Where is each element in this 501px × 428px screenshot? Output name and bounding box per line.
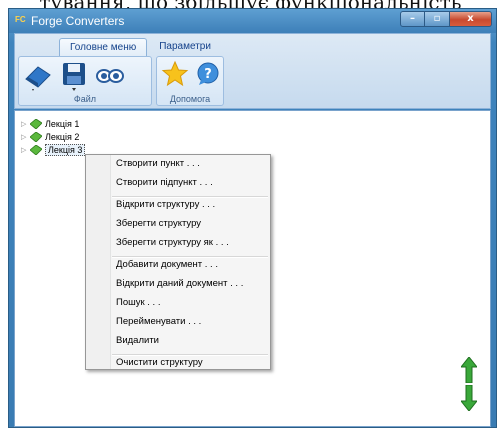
save-icon[interactable] xyxy=(59,60,89,92)
menu-item-open-structure[interactable]: Відкрити структуру . . . xyxy=(112,199,268,218)
star-icon[interactable] xyxy=(161,60,189,88)
tree-item-selected[interactable]: ▷ Лекція 3 xyxy=(21,143,86,156)
book-icon xyxy=(30,131,42,142)
window-title: Forge Converters xyxy=(31,14,125,28)
app-logo: FC xyxy=(15,15,26,24)
menu-item-create-item[interactable]: Створити пункт . . . xyxy=(112,158,268,177)
file-group-label: Файл xyxy=(73,94,97,104)
ribbon-tabs: Головне меню Параметри xyxy=(59,38,223,56)
menu-item-save-structure-as[interactable]: Зберегти структуру як . . . xyxy=(112,237,268,256)
structure-tree: ▷ Лекція 1 ▷ Лекція 2 ▷ Лекція 3 xyxy=(21,117,86,156)
book-icon xyxy=(30,118,42,129)
tab-parameters[interactable]: Параметри xyxy=(149,38,221,56)
tree-item[interactable]: ▷ Лекція 2 xyxy=(21,130,85,143)
menu-item-delete[interactable]: Видалити xyxy=(112,335,268,354)
close-button[interactable]: x xyxy=(450,11,492,27)
menu-separator xyxy=(112,354,268,356)
svg-text:?: ? xyxy=(204,67,212,82)
tab-main-menu[interactable]: Головне меню xyxy=(59,38,148,56)
maximize-button[interactable]: ▫ xyxy=(425,11,450,27)
context-menu-gutter xyxy=(86,155,111,369)
menu-item-open-document[interactable]: Відкрити даний документ . . . xyxy=(112,278,268,297)
window-controls: – ▫ x xyxy=(400,11,492,27)
menu-item-rename[interactable]: Перейменувати . . . xyxy=(112,316,268,335)
view-icon[interactable] xyxy=(95,66,125,86)
help-group: ? Допомога xyxy=(156,56,224,106)
arrow-down-icon[interactable] xyxy=(459,384,479,415)
menu-item-add-document[interactable]: Добавити документ . . . xyxy=(112,259,268,278)
ribbon: Головне меню Параметри Файл ? Допомога xyxy=(14,33,491,109)
menu-item-clear-structure[interactable]: Очистити структуру xyxy=(112,357,268,376)
book-icon xyxy=(30,144,42,155)
arrow-up-icon[interactable] xyxy=(459,356,479,387)
tree-item-label: Лекція 1 xyxy=(45,118,80,129)
menu-item-search[interactable]: Пошук . . . xyxy=(112,297,268,316)
ribbon-groups: Файл ? Допомога xyxy=(18,56,228,106)
eraser-icon[interactable] xyxy=(23,61,53,91)
minimize-button[interactable]: – xyxy=(400,11,425,27)
title-bar: FC Forge Converters – ▫ x xyxy=(9,9,496,33)
help-icon[interactable]: ? xyxy=(195,61,221,87)
menu-item-save-structure[interactable]: Зберегти структуру xyxy=(112,218,268,237)
tree-item-label: Лекція 2 xyxy=(45,131,80,142)
menu-item-create-subitem[interactable]: Створити підпункт . . . xyxy=(112,177,268,196)
expand-icon[interactable]: ▷ xyxy=(21,146,29,154)
help-group-label: Допомога xyxy=(169,94,211,104)
file-group: Файл xyxy=(18,56,152,106)
menu-separator xyxy=(112,196,268,198)
expand-icon[interactable]: ▷ xyxy=(21,120,29,128)
context-menu: Створити пункт . . . Створити підпункт .… xyxy=(85,154,271,370)
tree-item-label: Лекція 3 xyxy=(45,143,86,156)
tree-item[interactable]: ▷ Лекція 1 xyxy=(21,117,85,130)
expand-icon[interactable]: ▷ xyxy=(21,133,29,141)
menu-separator xyxy=(112,256,268,258)
